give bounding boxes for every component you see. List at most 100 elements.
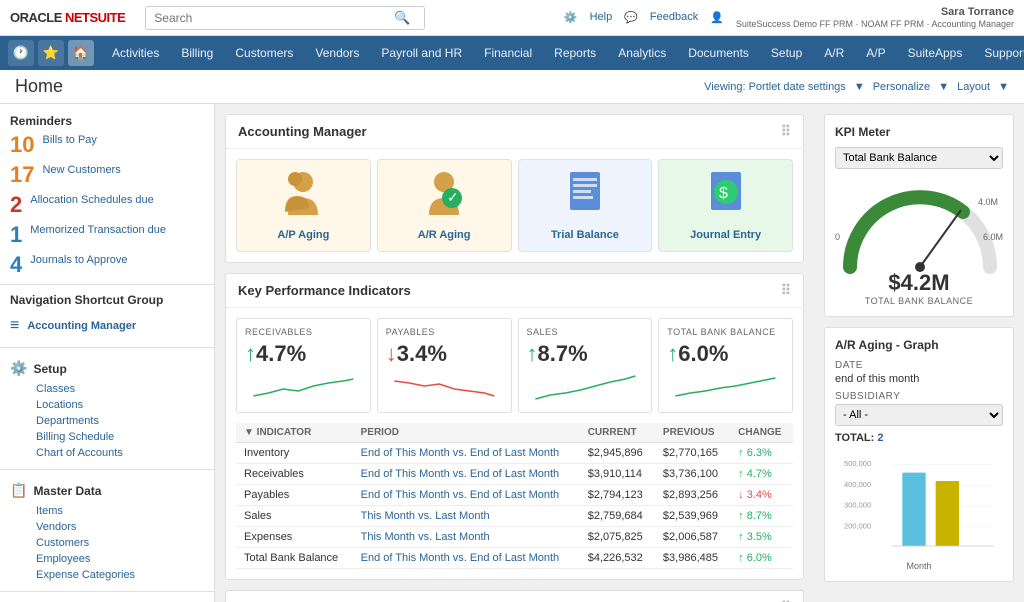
page-header-right: Viewing: Portlet date settings ▼ Persona… [704,81,1009,93]
master-employees[interactable]: Employees [26,551,214,567]
svg-text:$: $ [719,185,728,202]
acct-manager-cards: A/P Aging ✓ A/R Aging [226,149,803,262]
weekly-cash-header: Weekly Cash Projection ⠿ [226,591,803,602]
bills-label[interactable]: Bills to Pay [42,134,96,146]
ap-aging-card[interactable]: A/P Aging [236,159,371,252]
cell-previous: $2,006,587 [655,527,730,548]
setup-classes[interactable]: Classes [26,381,214,397]
table-row: Inventory End of This Month vs. End of L… [236,443,793,464]
ar-subsidiary-select[interactable]: - All - [835,404,1003,426]
drag-handle[interactable]: ⠿ [781,123,791,140]
setup-departments[interactable]: Departments [26,413,214,429]
setup-locations[interactable]: Locations [26,397,214,413]
viewing-link[interactable]: Viewing: Portlet date settings [704,81,846,93]
master-items[interactable]: Items [26,503,214,519]
je-icon: $ [706,170,746,223]
th-current[interactable]: CURRENT [580,423,655,443]
kpi-payables-arrow: ↓ [386,341,397,366]
journal-entry-card[interactable]: $ Journal Entry [658,159,793,252]
search-input[interactable] [154,11,394,25]
nav-favorites-btn[interactable]: ⭐ [38,40,64,66]
journals-label[interactable]: Journals to Approve [30,254,127,266]
nav-ap[interactable]: A/P [856,40,895,66]
allocation-count: 2 [10,194,22,216]
master-vendors[interactable]: Vendors [26,519,214,535]
trial-balance-card[interactable]: Trial Balance [518,159,653,252]
nav-vendors[interactable]: Vendors [305,40,369,66]
gauge-area: 0 4.0M 6.0M [835,177,1003,280]
ar-subsidiary-label: SUBSIDIARY [835,391,1003,402]
kpi-sales: SALES ↑8.7% [518,318,653,413]
nav-analytics[interactable]: Analytics [608,40,676,66]
cell-current: $2,759,684 [580,506,655,527]
kpi-meter-select[interactable]: Total Bank Balance [835,147,1003,169]
setup-billing[interactable]: Billing Schedule [26,429,214,445]
ar-aging-card[interactable]: ✓ A/R Aging [377,159,512,252]
nav-shortcut-title: Navigation Shortcut Group [0,293,214,307]
ar-aging-title: A/R Aging - Graph [835,338,1003,352]
nav-ar[interactable]: A/R [814,40,854,66]
user-info: Sara Torrance SuiteSuccess Demo FF PRM ·… [736,5,1014,31]
settings-icon[interactable]: ⚙️ [564,11,578,24]
nav-customers[interactable]: Customers [225,40,303,66]
reminders-section: Reminders 10 Bills to Pay 17 New Custome… [0,114,214,276]
th-change[interactable]: CHANGE [730,423,793,443]
kpi-bank-label: TOTAL BANK BALANCE [667,327,784,337]
nav-activities[interactable]: Activities [102,40,169,66]
th-previous[interactable]: PREVIOUS [655,423,730,443]
cell-period: End of This Month vs. End of Last Month [353,443,580,464]
master-data-header: 📋 Master Data [0,478,214,503]
allocation-label[interactable]: Allocation Schedules due [30,194,154,206]
kpi-drag-handle[interactable]: ⠿ [781,282,791,299]
cell-current: $3,910,114 [580,464,655,485]
accounting-manager-header: Accounting Manager ⠿ [226,115,803,149]
cell-previous: $3,986,485 [655,548,730,569]
nav-items: Activities Billing Customers Vendors Pay… [102,40,1024,66]
layout-link[interactable]: Layout [957,81,990,93]
nav-home-btn[interactable]: 🏠 [68,40,94,66]
feedback-link[interactable]: Feedback [650,11,698,23]
cell-change: ↑ 4.7% [730,464,793,485]
master-customers[interactable]: Customers [26,535,214,551]
accounting-manager-row[interactable]: ≡ Accounting Manager [0,313,214,339]
th-indicator[interactable]: ▼ INDICATOR [236,423,353,443]
month-label: Month [835,561,1003,571]
feedback-icon[interactable]: 💬 [624,11,638,24]
journals-count: 4 [10,254,22,276]
gauge-4m: 4.0M [978,197,998,207]
th-period[interactable]: PERIOD [353,423,580,443]
memorized-label[interactable]: Memorized Transaction due [30,224,166,236]
nav-billing[interactable]: Billing [171,40,223,66]
setup-label: Setup [33,362,66,376]
page-header: Home Viewing: Portlet date settings ▼ Pe… [0,70,1024,104]
nav-payroll[interactable]: Payroll and HR [371,40,472,66]
personalize-link[interactable]: Personalize [873,81,930,93]
nav-reports[interactable]: Reports [544,40,606,66]
user-name: Sara Torrance [736,5,1014,19]
ar-aging-label: A/R Aging [418,229,471,241]
cell-period: End of This Month vs. End of Last Month [353,485,580,506]
cell-period: End of This Month vs. End of Last Month [353,464,580,485]
ar-total-value[interactable]: 2 [877,432,883,444]
nav-support[interactable]: Support [974,40,1024,66]
reminder-memorized: 1 Memorized Transaction due [10,224,204,246]
chevron-personalize: ▼ [938,81,949,93]
setup-chart[interactable]: Chart of Accounts [26,445,214,461]
cell-previous: $2,770,165 [655,443,730,464]
nav-documents[interactable]: Documents [678,40,759,66]
kpi-sales-sparkline [527,371,644,401]
nav-history-btn[interactable]: 🕐 [8,40,34,66]
kpi-cards: RECEIVABLES ↑4.7% PAYABLES ↓3.4% [226,308,803,423]
help-link[interactable]: Help [590,11,613,23]
kpi-receivables-arrow: ↑ [245,341,256,366]
chevron-layout: ▼ [998,81,1009,93]
nav-setup[interactable]: Setup [761,40,812,66]
cell-indicator: Total Bank Balance [236,548,353,569]
customers-label[interactable]: New Customers [42,164,120,176]
nav-suiteapps[interactable]: SuiteApps [898,40,973,66]
nav-financial[interactable]: Financial [474,40,542,66]
cell-previous: $2,893,256 [655,485,730,506]
master-expenses[interactable]: Expense Categories [26,567,214,583]
cell-indicator: Payables [236,485,353,506]
cell-previous: $2,539,969 [655,506,730,527]
